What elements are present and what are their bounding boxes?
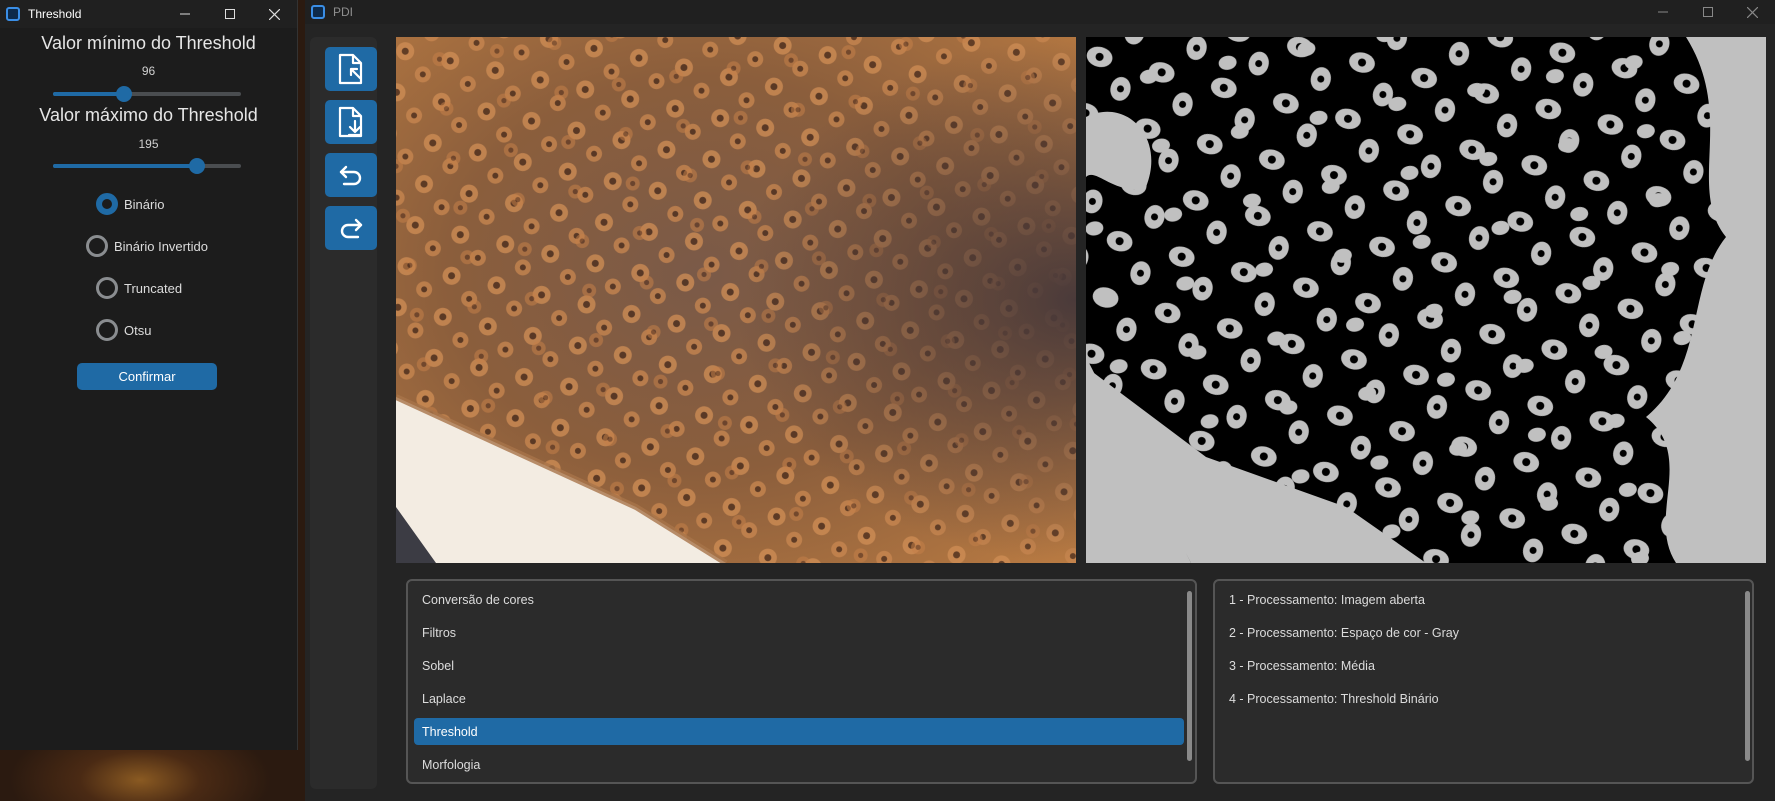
radio-label: Truncated	[124, 280, 183, 296]
scrollbar[interactable]	[1187, 591, 1192, 761]
slider-handle[interactable]	[188, 158, 205, 174]
save-file-button[interactable]	[325, 100, 377, 144]
scrollbar[interactable]	[1745, 591, 1750, 761]
open-file-button[interactable]	[325, 47, 377, 91]
radio-label: Binário Invertido	[114, 238, 208, 254]
minimize-button[interactable]	[162, 0, 207, 28]
redo-button[interactable]	[325, 206, 377, 250]
radio-truncated[interactable]: Truncated	[96, 277, 182, 299]
open-file-icon	[338, 53, 363, 85]
minimize-icon	[179, 13, 190, 15]
redo-icon	[340, 218, 363, 239]
main-title: PDI	[333, 5, 354, 19]
close-button[interactable]	[1730, 0, 1775, 24]
save-file-icon	[338, 106, 363, 138]
maximize-button[interactable]	[207, 0, 252, 28]
history-item[interactable]: 4 - Processamento: Threshold Binário	[1221, 685, 1741, 712]
list-item[interactable]: Laplace	[414, 685, 1184, 712]
list-item[interactable]: Sobel	[414, 652, 1184, 679]
list-item[interactable]: Filtros	[414, 619, 1184, 646]
close-icon	[1747, 6, 1758, 18]
min-threshold-value: 96	[141, 64, 156, 78]
maximize-icon	[224, 9, 235, 19]
undo-button[interactable]	[325, 153, 377, 197]
radio-binario[interactable]: Binário	[96, 193, 164, 215]
main-window-controls	[1640, 0, 1775, 24]
threshold-dialog: Threshold Valor mínimo do Threshold 96 V…	[0, 0, 298, 750]
main-window: PDI Conversão de cores Filtros Sobel Lap…	[305, 0, 1775, 801]
history-item[interactable]: 1 - Processamento: Imagem aberta	[1221, 586, 1741, 613]
history-list[interactable]: 1 - Processamento: Imagem aberta 2 - Pro…	[1213, 579, 1754, 784]
list-item[interactable]: Conversão de cores	[414, 586, 1184, 613]
close-icon	[269, 8, 280, 20]
radio-otsu[interactable]: Otsu	[96, 319, 151, 341]
close-button[interactable]	[252, 0, 297, 28]
max-threshold-slider[interactable]	[53, 158, 241, 174]
main-titlebar[interactable]: PDI	[305, 0, 1775, 24]
toolbar	[310, 37, 377, 789]
max-threshold-label: Valor máximo do Threshold	[39, 105, 258, 125]
dialog-titlebar[interactable]: Threshold	[0, 0, 297, 28]
app-icon	[311, 5, 325, 19]
list-item[interactable]: Morfologia	[414, 751, 1184, 778]
confirm-button[interactable]: Confirmar	[77, 363, 217, 390]
minimize-button[interactable]	[1640, 0, 1685, 24]
min-threshold-slider[interactable]	[53, 86, 241, 102]
slider-handle[interactable]	[115, 86, 132, 102]
minimize-icon	[1657, 11, 1668, 13]
radio-button[interactable]	[86, 235, 108, 257]
original-image	[396, 37, 1076, 563]
radio-binario-invertido[interactable]: Binário Invertido	[86, 235, 208, 257]
slider-fill	[53, 164, 197, 168]
processed-image	[1086, 37, 1766, 563]
operations-list[interactable]: Conversão de cores Filtros Sobel Laplace…	[406, 579, 1197, 784]
app-icon	[6, 7, 20, 21]
radio-button[interactable]	[96, 319, 118, 341]
list-item[interactable]: Threshold	[414, 718, 1184, 745]
history-item[interactable]: 2 - Processamento: Espaço de cor - Gray	[1221, 619, 1741, 646]
radio-label: Otsu	[124, 322, 152, 338]
dialog-window-controls	[162, 0, 297, 28]
maximize-icon	[1702, 7, 1713, 17]
radio-button[interactable]	[96, 277, 118, 299]
radio-button[interactable]	[96, 193, 118, 215]
history-item[interactable]: 3 - Processamento: Média	[1221, 652, 1741, 679]
radio-label: Binário	[124, 196, 165, 212]
undo-icon	[339, 165, 362, 186]
max-threshold-value: 195	[138, 137, 159, 151]
slider-fill	[53, 92, 124, 96]
min-threshold-label: Valor mínimo do Threshold	[41, 33, 256, 53]
dialog-title: Threshold	[28, 7, 82, 21]
maximize-button[interactable]	[1685, 0, 1730, 24]
